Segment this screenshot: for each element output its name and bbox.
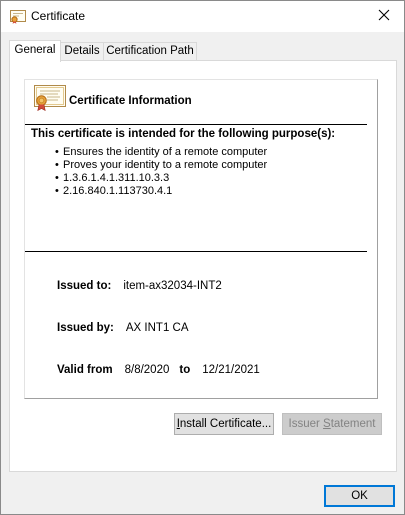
certificate-ribbon-icon [34, 85, 66, 112]
purpose-item: Proves your identity to a remote compute… [55, 159, 267, 172]
issued-to-row: Issued to: item-ax32034-INT2 [57, 280, 222, 292]
issuer-statement-button[interactable]: Issuer Statement [282, 413, 382, 435]
title-bar[interactable]: Certificate [1, 1, 404, 32]
tab-certification-path-label: Certification Path [106, 45, 194, 57]
issued-to-value: item-ax32034-INT2 [123, 280, 222, 292]
valid-from-label: Valid from [57, 364, 113, 376]
purpose-item: 1.3.6.1.4.1.311.10.3.3 [55, 172, 267, 185]
window-title: Certificate [31, 9, 86, 23]
certificate-dialog: Certificate General Details Certificatio… [0, 0, 405, 515]
issued-by-value: AX INT1 CA [125, 322, 189, 334]
valid-to-label: to [179, 364, 191, 376]
divider [25, 124, 367, 125]
issued-by-row: Issued by: AX INT1 CA [57, 322, 189, 334]
tab-general[interactable]: General [9, 40, 61, 62]
close-icon [378, 9, 390, 24]
tab-details[interactable]: Details [60, 42, 104, 60]
purpose-item: Ensures the identity of a remote compute… [55, 146, 267, 159]
ok-button[interactable]: OK [324, 485, 395, 507]
valid-to-value: 12/21/2021 [202, 364, 260, 376]
certificate-info-box: Certificate Information This certificate… [24, 79, 378, 399]
close-button[interactable] [364, 1, 404, 32]
tab-details-label: Details [64, 45, 100, 57]
tab-general-label: General [14, 44, 56, 56]
tab-certification-path[interactable]: Certification Path [103, 42, 197, 60]
general-tab-panel: Certificate Information This certificate… [9, 60, 397, 472]
button-bar: OK [1, 475, 404, 514]
certificate-icon [10, 10, 26, 24]
validity-row: Valid from 8/8/2020 to 12/21/2021 [57, 364, 260, 376]
divider [25, 251, 367, 252]
purpose-list: Ensures the identity of a remote compute… [55, 146, 267, 198]
purpose-heading: This certificate is intended for the fol… [31, 128, 336, 140]
issued-to-label: Issued to: [57, 280, 112, 292]
issued-by-label: Issued by: [57, 322, 114, 334]
valid-from-value: 8/8/2020 [124, 364, 170, 376]
info-heading: Certificate Information [69, 95, 192, 107]
purpose-item: 2.16.840.1.113730.4.1 [55, 185, 267, 198]
install-certificate-button[interactable]: Install Certificate... [174, 413, 274, 435]
